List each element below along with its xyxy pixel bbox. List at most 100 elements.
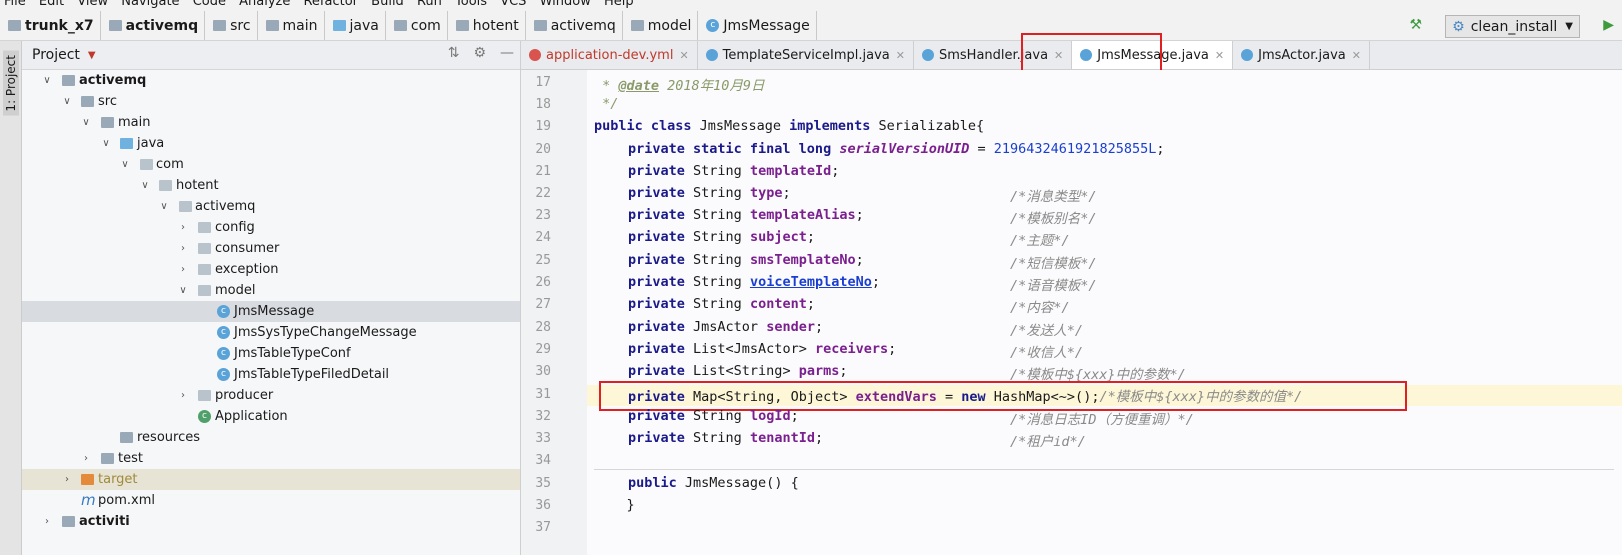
comment-line-27: /*内容*/ — [1010, 300, 1070, 316]
comment-line-30: /*模板中${xxx}中的参数*/ — [1010, 367, 1186, 383]
settings-gear-icon[interactable]: ⚙ — [473, 45, 486, 61]
menu-refactor[interactable]: Refactor — [303, 0, 358, 9]
tree-item-application[interactable]: c Application — [22, 406, 520, 427]
tree-item-producer[interactable]: › producer — [22, 385, 520, 406]
line-number: 20 — [535, 142, 551, 157]
line-number: 28 — [535, 320, 551, 335]
package-icon — [630, 20, 644, 31]
tree-item-java[interactable]: ∨ java — [22, 133, 520, 154]
tree-item-src[interactable]: ∨ src — [22, 91, 520, 112]
breadcrumb-jmsmessage[interactable]: c JmsMessage — [698, 11, 817, 40]
chevron-down-icon: ▼ — [1565, 21, 1573, 32]
build-hammer-icon[interactable]: ⚒ — [1409, 17, 1422, 33]
menu-file[interactable]: File — [4, 0, 26, 9]
chevron-down-icon[interactable]: ∨ — [41, 70, 53, 91]
tree-item-model[interactable]: ∨ model — [22, 280, 520, 301]
menu-code[interactable]: Code — [193, 0, 226, 9]
menu-tools[interactable]: Tools — [455, 0, 487, 9]
line-number: 25 — [535, 253, 551, 268]
chevron-right-icon[interactable]: › — [177, 259, 189, 280]
menu-build[interactable]: Build — [371, 0, 404, 9]
breadcrumb-main[interactable]: main — [258, 11, 325, 40]
menu-analyze[interactable]: Analyze — [239, 0, 290, 9]
chevron-down-icon[interactable]: ∨ — [158, 196, 170, 217]
tree-item-config[interactable]: › config — [22, 217, 520, 238]
tree-item-exception[interactable]: › exception — [22, 259, 520, 280]
tree-item-target[interactable]: › target — [22, 469, 520, 490]
menu-edit[interactable]: Edit — [39, 0, 64, 9]
tree-item-jmstabletypefileddetail[interactable]: c JmsTableTypeFiledDetail — [22, 364, 520, 385]
close-icon[interactable]: ✕ — [896, 49, 905, 62]
tab-templateserviceimpl[interactable]: TemplateServiceImpl.java ✕ — [698, 41, 914, 69]
chevron-right-icon[interactable]: › — [177, 385, 189, 406]
menu-help[interactable]: Help — [604, 0, 634, 9]
run-config-select[interactable]: ⚙ clean_install ▼ — [1445, 15, 1580, 38]
chevron-right-icon[interactable]: › — [177, 238, 189, 259]
breadcrumb-src[interactable]: src — [205, 11, 258, 40]
close-icon[interactable]: ✕ — [679, 49, 688, 62]
breadcrumb: trunk_x7 activemq src main java com hote… — [0, 11, 1622, 41]
chevron-right-icon[interactable]: › — [41, 511, 53, 532]
project-panel-title[interactable]: Project — [32, 47, 80, 63]
breadcrumb-trunk-x7[interactable]: trunk_x7 — [0, 11, 101, 40]
tree-item-activiti[interactable]: › activiti — [22, 511, 520, 532]
tree-item-pom[interactable]: m pom.xml — [22, 490, 520, 511]
code-line-33: private String tenantId; — [628, 430, 824, 446]
breadcrumb-activemq[interactable]: activemq — [101, 11, 206, 40]
excluded-folder-icon — [81, 474, 94, 485]
tree-item-resources[interactable]: resources — [22, 427, 520, 448]
minimize-icon[interactable]: — — [500, 45, 514, 61]
menu-window[interactable]: Window — [540, 0, 591, 9]
tree-item-main[interactable]: ∨ main — [22, 112, 520, 133]
menu-vcs[interactable]: VCS — [500, 0, 526, 9]
code-line-22: private String type; — [628, 185, 791, 201]
breadcrumb-com[interactable]: com — [386, 11, 448, 40]
chevron-down-icon[interactable]: ∨ — [119, 154, 131, 175]
package-icon — [393, 20, 407, 31]
tree-item-jmstabletypeconf[interactable]: c JmsTableTypeConf — [22, 343, 520, 364]
comment-line-33: /*租户id*/ — [1010, 434, 1086, 450]
tree-item-activemq[interactable]: ∨ activemq — [22, 70, 520, 91]
breadcrumb-activemq-pkg[interactable]: activemq — [526, 11, 623, 40]
chevron-down-icon[interactable]: ∨ — [100, 133, 112, 154]
run-icon[interactable]: ▶ — [1603, 17, 1614, 33]
chevron-down-icon[interactable]: ∨ — [177, 280, 189, 301]
chevron-down-icon[interactable]: ∨ — [139, 175, 151, 196]
project-tool-tab[interactable]: 1: Project — [3, 51, 19, 116]
breadcrumb-java[interactable]: java — [325, 11, 386, 40]
line-number: 26 — [535, 275, 551, 290]
package-icon — [198, 222, 211, 233]
highlight-box-line-31 — [599, 381, 1407, 411]
chevron-right-icon[interactable]: › — [80, 448, 92, 469]
tree-item-consumer[interactable]: › consumer — [22, 238, 520, 259]
breadcrumb-hotent[interactable]: hotent — [448, 11, 526, 40]
code-line-29: private List<JmsActor> receivers; — [628, 341, 897, 357]
chevron-down-icon[interactable]: ∨ — [61, 91, 73, 112]
chevron-right-icon[interactable]: › — [177, 217, 189, 238]
tab-jmsactor[interactable]: JmsActor.java ✕ — [1233, 41, 1370, 69]
tree-item-jmssystypechangemessage[interactable]: c JmsSysTypeChangeMessage — [22, 322, 520, 343]
tree-item-activemq-pkg[interactable]: ∨ activemq — [22, 196, 520, 217]
line-number: 31 — [535, 387, 551, 402]
line-number: 29 — [535, 342, 551, 357]
close-icon[interactable]: ✕ — [1215, 49, 1224, 62]
tree-item-jmsmessage[interactable]: c JmsMessage — [22, 301, 520, 322]
close-icon[interactable]: ✕ — [1352, 49, 1361, 62]
line-number: 37 — [535, 520, 551, 535]
menu-navigate[interactable]: Navigate — [121, 0, 179, 9]
chevron-down-icon[interactable]: ∨ — [80, 112, 92, 133]
breadcrumb-model[interactable]: model — [623, 11, 699, 40]
menu-run[interactable]: Run — [417, 0, 442, 9]
folder-icon — [213, 20, 227, 31]
tree-item-hotent[interactable]: ∨ hotent — [22, 175, 520, 196]
chevron-right-icon[interactable]: › — [61, 469, 73, 490]
caret-down-icon[interactable]: ▼ — [88, 50, 96, 61]
tree-item-test[interactable]: › test — [22, 448, 520, 469]
collapse-all-icon[interactable]: ⇅ — [448, 45, 460, 61]
code-line-30: private List<String> parms; — [628, 363, 848, 379]
code-line-27: private String content; — [628, 296, 815, 312]
tree-item-com[interactable]: ∨ com — [22, 154, 520, 175]
tab-application-dev-yml[interactable]: application-dev.yml ✕ — [521, 41, 698, 69]
menu-view[interactable]: View — [77, 0, 108, 9]
package-icon — [159, 180, 172, 191]
